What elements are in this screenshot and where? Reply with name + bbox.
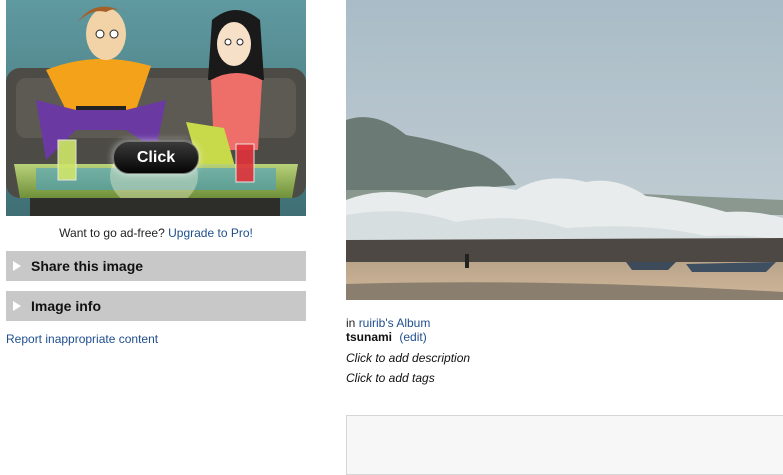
main-photo[interactable] — [346, 0, 783, 300]
photo-meta: in ruirib's Album tsunami (edit) Click t… — [346, 316, 783, 385]
ad-free-line: Want to go ad-free? Upgrade to Pro! — [6, 226, 306, 240]
triangle-right-icon — [13, 261, 21, 271]
tsunami-photo — [346, 0, 783, 300]
comment-box[interactable] — [346, 415, 783, 475]
image-info-toggle[interactable]: Image info — [6, 291, 306, 321]
image-info-label: Image info — [31, 298, 102, 314]
ad-free-text: Want to go ad-free? — [59, 226, 165, 240]
add-description[interactable]: Click to add description — [346, 351, 783, 365]
share-image-toggle[interactable]: Share this image — [6, 251, 306, 281]
photo-title: tsunami — [346, 330, 393, 344]
left-column: Click Want to go ad-free? Upgrade to Pro… — [6, 0, 306, 346]
album-line: in ruirib's Album — [346, 316, 783, 330]
album-prefix: in — [346, 316, 356, 330]
upgrade-to-pro-link[interactable]: Upgrade to Pro! — [168, 226, 253, 240]
report-content-link[interactable]: Report inappropriate content — [6, 332, 306, 346]
album-link[interactable]: ruirib's Album — [359, 316, 431, 330]
triangle-right-icon — [13, 301, 21, 311]
ad-banner[interactable]: Click — [6, 0, 306, 216]
add-tags[interactable]: Click to add tags — [346, 371, 783, 385]
ad-illustration — [6, 0, 306, 216]
share-image-label: Share this image — [31, 258, 144, 274]
title-line: tsunami (edit) — [346, 330, 783, 345]
edit-title-link[interactable]: (edit) — [399, 330, 426, 344]
ad-click-button[interactable]: Click — [113, 141, 199, 174]
